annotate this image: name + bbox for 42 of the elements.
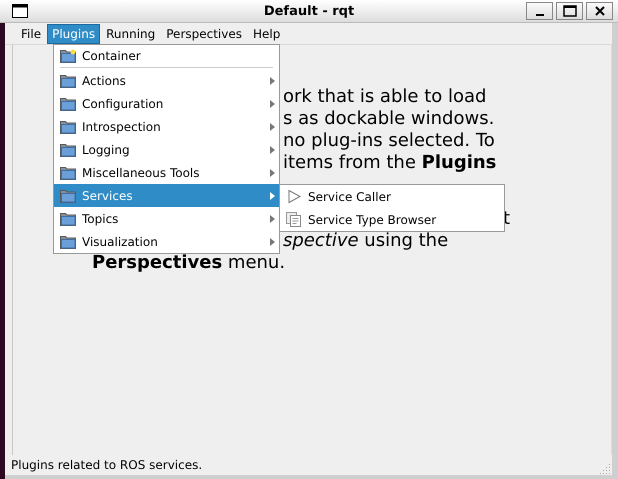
window-title: Default - rqt: [264, 4, 354, 18]
menu-item[interactable]: Plugins: [48, 24, 100, 42]
close-button[interactable]: [586, 2, 613, 20]
welcome-text: spective using the: [283, 230, 448, 251]
folder-icon: [60, 142, 76, 157]
menu-item[interactable]: Actions: [54, 69, 279, 92]
menu-item[interactable]: Service Type Browser: [280, 208, 504, 231]
menu-item[interactable]: Logging: [54, 138, 279, 161]
play-icon: [286, 189, 302, 204]
welcome-text: no plug-ins selected. To: [283, 130, 495, 151]
folder-icon: [60, 96, 76, 111]
folder-icon: [60, 73, 76, 88]
folder-icon: [60, 188, 76, 203]
menu-item[interactable]: Service Caller: [280, 185, 504, 208]
folder-star-icon: [60, 48, 76, 63]
maximize-icon: [562, 5, 576, 17]
welcome-text: items from the Plugins: [283, 152, 496, 173]
folder-icon: [60, 119, 76, 134]
status-text: Plugins related to ROS services.: [11, 458, 202, 472]
folder-icon: [60, 165, 76, 180]
menu-item[interactable]: Services: [54, 184, 279, 207]
menu-item[interactable]: Help: [249, 24, 284, 42]
close-icon: [594, 5, 606, 17]
document-icon: [286, 212, 302, 227]
folder-icon: [60, 211, 76, 226]
welcome-text: s as dockable windows.: [283, 108, 494, 129]
menu-item[interactable]: Perspectives: [162, 24, 246, 42]
minimize-button[interactable]: [526, 2, 553, 20]
menu-item[interactable]: Introspection: [54, 115, 279, 138]
menu-item[interactable]: Visualization: [54, 230, 279, 253]
window-icon: [12, 4, 28, 18]
menu-item[interactable]: Running: [102, 24, 160, 42]
menu-item[interactable]: Configuration: [54, 92, 279, 115]
menu-item[interactable]: Miscellaneous Tools: [54, 161, 279, 184]
folder-icon: [60, 234, 76, 249]
menu-item[interactable]: Topics: [54, 207, 279, 230]
welcome-text: ork that is able to load: [283, 86, 486, 107]
menu-item[interactable]: Container: [54, 45, 279, 66]
minimize-icon: [536, 14, 544, 16]
welcome-text: Perspectives menu.: [92, 252, 286, 273]
maximize-button[interactable]: [556, 2, 583, 20]
menu-item[interactable]: File: [17, 24, 46, 42]
